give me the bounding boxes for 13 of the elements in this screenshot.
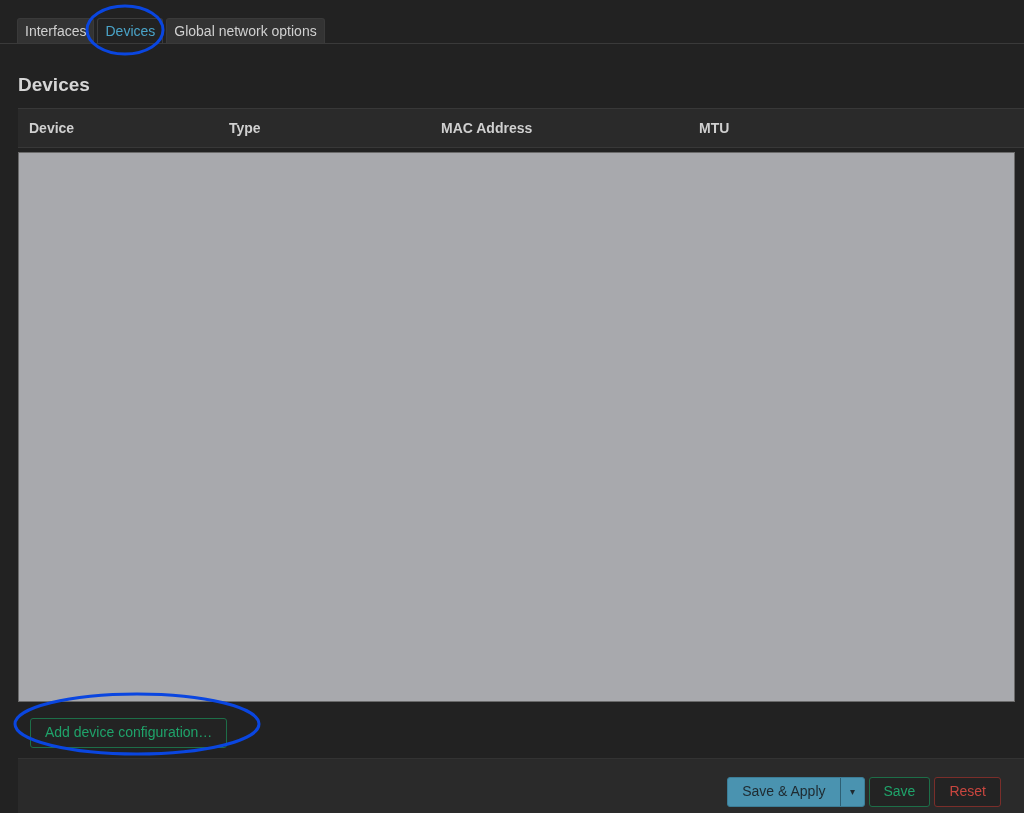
section-title: Devices bbox=[18, 73, 90, 97]
save-button[interactable]: Save bbox=[868, 776, 931, 807]
column-header: Device bbox=[29, 119, 75, 136]
tab[interactable]: Devices bbox=[97, 18, 164, 43]
tab[interactable]: Global network options bbox=[166, 18, 325, 43]
add-device-button[interactable]: Add device configuration… bbox=[30, 717, 228, 748]
column-header: MAC Address bbox=[441, 119, 533, 136]
column-header: Type bbox=[229, 119, 261, 136]
column-header: MTU bbox=[699, 119, 730, 136]
reset-button[interactable]: Reset bbox=[934, 776, 1001, 807]
save-apply-button[interactable]: Save & Apply bbox=[728, 777, 841, 806]
tab[interactable]: Interfaces bbox=[17, 18, 95, 43]
dropdown-toggle[interactable]: ▾ bbox=[840, 777, 864, 806]
